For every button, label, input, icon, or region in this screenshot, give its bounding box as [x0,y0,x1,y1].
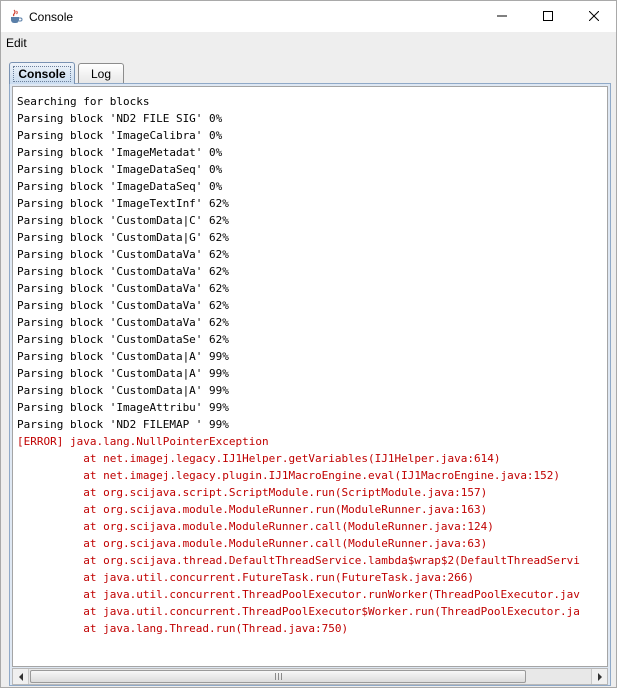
console-line: Parsing block 'CustomData|C' 62% [17,214,229,227]
console-error-line: at net.imagej.legacy.IJ1Helper.getVariab… [17,452,501,465]
tab-console[interactable]: Console [9,62,75,84]
console-error-line: at org.scijava.thread.DefaultThreadServi… [17,554,580,567]
scroll-left-button[interactable] [13,669,29,684]
tab-log-label: Log [90,67,112,81]
scroll-right-button[interactable] [591,669,607,684]
console-line: Searching for blocks [17,95,150,108]
tab-log[interactable]: Log [78,63,124,84]
java-cup-icon [8,8,24,24]
console-line: Parsing block 'ImageCalibra' 0% [17,129,223,142]
grip-icon [274,673,283,680]
scrollbar-thumb[interactable] [30,670,526,683]
console-error-line: at java.lang.Thread.run(Thread.java:750) [17,622,349,635]
console-error-line: at java.util.concurrent.ThreadPoolExecut… [17,588,580,601]
console-panel: Searching for blocks Parsing block 'ND2 F… [9,83,611,686]
console-line: Parsing block 'CustomDataVa' 62% [17,282,229,295]
arrow-left-icon [18,668,24,686]
console-window: Console Edit Console Log Searching for b… [0,0,617,688]
console-line: Parsing block 'CustomData|G' 62% [17,231,229,244]
arrow-right-icon [597,668,603,686]
console-error-line: at org.scijava.module.ModuleRunner.call(… [17,537,488,550]
console-line: Parsing block 'ImageMetadat' 0% [17,146,223,159]
title-bar[interactable]: Console [1,1,616,32]
console-error-line: at org.scijava.script.ScriptModule.run(S… [17,486,488,499]
console-line: Parsing block 'CustomDataVa' 62% [17,299,229,312]
horizontal-scrollbar[interactable] [12,668,608,685]
console-line: Parsing block 'CustomData|A' 99% [17,367,229,380]
close-button[interactable] [571,1,616,32]
console-error-line: at org.scijava.module.ModuleRunner.run(M… [17,503,488,516]
console-line: Parsing block 'ND2 FILE SIG' 0% [17,112,223,125]
console-line: Parsing block 'CustomData|A' 99% [17,350,229,363]
tab-console-label: Console [13,65,71,82]
console-error-line: at java.util.concurrent.ThreadPoolExecut… [17,605,580,618]
minimize-button[interactable] [479,1,525,32]
window-title: Console [29,10,74,24]
console-line: Parsing block 'CustomDataVa' 62% [17,248,229,261]
console-error-line: [ERROR] java.lang.NullPointerException [17,435,269,448]
menu-edit[interactable]: Edit [6,35,27,51]
menu-bar: Edit [1,32,616,54]
console-error-line: at net.imagej.legacy.plugin.IJ1MacroEngi… [17,469,561,482]
console-line: Parsing block 'ImageAttribu' 99% [17,401,229,414]
maximize-button[interactable] [525,1,571,32]
console-line: Parsing block 'CustomDataVa' 62% [17,316,229,329]
console-lines: Searching for blocks Parsing block 'ND2 F… [17,93,580,637]
console-line: Parsing block 'ImageTextInf' 62% [17,197,229,210]
console-line: Parsing block 'CustomData|A' 99% [17,384,229,397]
console-line: Parsing block 'CustomDataVa' 62% [17,265,229,278]
console-error-line: at org.scijava.module.ModuleRunner.call(… [17,520,494,533]
console-line: Parsing block 'CustomDataSe' 62% [17,333,229,346]
console-line: Parsing block 'ImageDataSeq' 0% [17,180,223,193]
console-line: Parsing block 'ImageDataSeq' 0% [17,163,223,176]
console-error-line: at java.util.concurrent.FutureTask.run(F… [17,571,474,584]
minimize-icon [497,10,507,24]
console-line: Parsing block 'ND2 FILEMAP ' 99% [17,418,229,431]
maximize-icon [543,10,553,24]
close-icon [588,10,600,24]
console-output[interactable]: Searching for blocks Parsing block 'ND2 F… [12,86,608,667]
